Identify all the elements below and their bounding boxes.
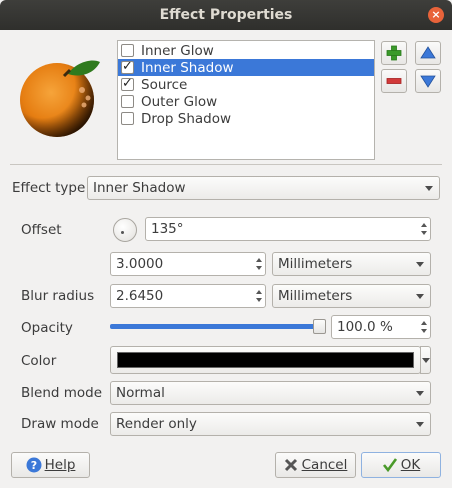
offset-unit-value: Millimeters [278, 256, 353, 272]
minus-icon [386, 78, 402, 84]
effect-checkbox[interactable] [121, 95, 134, 108]
effect-item-label: Source [141, 76, 188, 93]
draw-mode-value: Render only [116, 416, 197, 432]
window-title: Effect Properties [159, 7, 293, 23]
spin-up-icon[interactable] [421, 223, 427, 227]
effects-list[interactable]: Inner Glow Inner Shadow Source Outer Glo… [117, 40, 375, 160]
ok-button[interactable]: OK [361, 452, 441, 478]
checkmark-icon [382, 458, 397, 473]
move-up-button[interactable] [415, 41, 441, 65]
plus-icon [386, 45, 402, 61]
blend-mode-label: Blend mode [21, 385, 103, 401]
chevron-down-icon [416, 262, 424, 267]
blur-unit-select[interactable]: Millimeters [272, 284, 431, 308]
offset-distance-value: 3.0000 [116, 256, 164, 272]
color-button[interactable] [110, 346, 421, 374]
help-label: Help [44, 457, 76, 473]
effect-item-outer-glow[interactable]: Outer Glow [118, 93, 374, 110]
color-menu-button[interactable] [420, 346, 431, 374]
cancel-button[interactable]: Cancel [275, 452, 356, 478]
effect-type-value: Inner Shadow [93, 180, 186, 196]
effect-item-inner-shadow[interactable]: Inner Shadow [118, 59, 374, 76]
title-bar: Effect Properties × [0, 0, 452, 30]
offset-label: Offset [21, 222, 62, 238]
offset-distance-spinbox[interactable]: 3.0000 [110, 252, 266, 276]
color-swatch [117, 352, 414, 368]
spin-down-icon[interactable] [256, 298, 262, 302]
help-button[interactable]: ? Help [11, 452, 90, 478]
opacity-spinbox[interactable]: 100.0 % [331, 315, 431, 339]
opacity-label: Opacity [21, 320, 73, 336]
spin-up-icon[interactable] [256, 290, 262, 294]
effect-type-label: Effect type [12, 180, 86, 196]
offset-unit-select[interactable]: Millimeters [272, 252, 431, 276]
add-effect-button[interactable] [381, 41, 407, 65]
move-down-button[interactable] [415, 69, 441, 93]
arrow-up-icon [420, 46, 436, 59]
cancel-label: Cancel [301, 457, 348, 473]
spin-up-icon[interactable] [421, 321, 427, 325]
effect-type-select[interactable]: Inner Shadow [87, 176, 440, 200]
spin-down-icon[interactable] [421, 231, 427, 235]
arrow-down-icon [420, 75, 436, 88]
blur-unit-value: Millimeters [278, 288, 353, 304]
effect-item-label: Outer Glow [141, 93, 218, 110]
chevron-down-icon [416, 422, 424, 427]
chevron-down-icon [416, 391, 424, 396]
effect-item-source[interactable]: Source [118, 76, 374, 93]
opacity-value: 100.0 % [337, 319, 393, 335]
effect-checkbox[interactable] [121, 59, 134, 74]
opacity-slider-track[interactable] [110, 324, 322, 329]
color-label: Color [21, 353, 57, 369]
blur-radius-label: Blur radius [21, 288, 95, 304]
effect-checkbox[interactable] [121, 112, 134, 125]
offset-angle-spinbox[interactable]: 135° [145, 217, 431, 241]
blend-mode-value: Normal [116, 385, 165, 401]
ok-label: OK [400, 457, 421, 473]
effect-checkbox[interactable] [121, 76, 134, 91]
chevron-down-icon [416, 294, 424, 299]
chevron-down-icon [425, 186, 433, 191]
remove-effect-button[interactable] [381, 69, 407, 93]
spin-down-icon[interactable] [421, 329, 427, 333]
effect-preview-image [14, 50, 106, 142]
spin-up-icon[interactable] [256, 258, 262, 262]
effect-item-drop-shadow[interactable]: Drop Shadow [118, 110, 374, 127]
cancel-icon [284, 458, 297, 472]
draw-mode-select[interactable]: Render only [110, 412, 431, 436]
spin-down-icon[interactable] [256, 266, 262, 270]
effect-item-label: Drop Shadow [141, 110, 232, 127]
blend-mode-select[interactable]: Normal [110, 381, 431, 405]
help-icon: ? [26, 457, 42, 473]
blur-radius-value: 2.6450 [116, 288, 164, 304]
effect-item-inner-glow[interactable]: Inner Glow [118, 42, 374, 59]
close-button[interactable]: × [428, 7, 444, 23]
effect-item-label: Inner Shadow [141, 59, 234, 76]
svg-text:?: ? [30, 459, 36, 472]
opacity-slider-handle[interactable] [313, 319, 326, 334]
blur-radius-spinbox[interactable]: 2.6450 [110, 284, 266, 308]
draw-mode-label: Draw mode [21, 416, 99, 432]
effect-item-label: Inner Glow [141, 42, 214, 59]
effect-checkbox[interactable] [121, 44, 134, 57]
angle-dial[interactable] [113, 218, 137, 242]
divider [10, 164, 442, 165]
offset-angle-value: 135° [151, 221, 184, 237]
